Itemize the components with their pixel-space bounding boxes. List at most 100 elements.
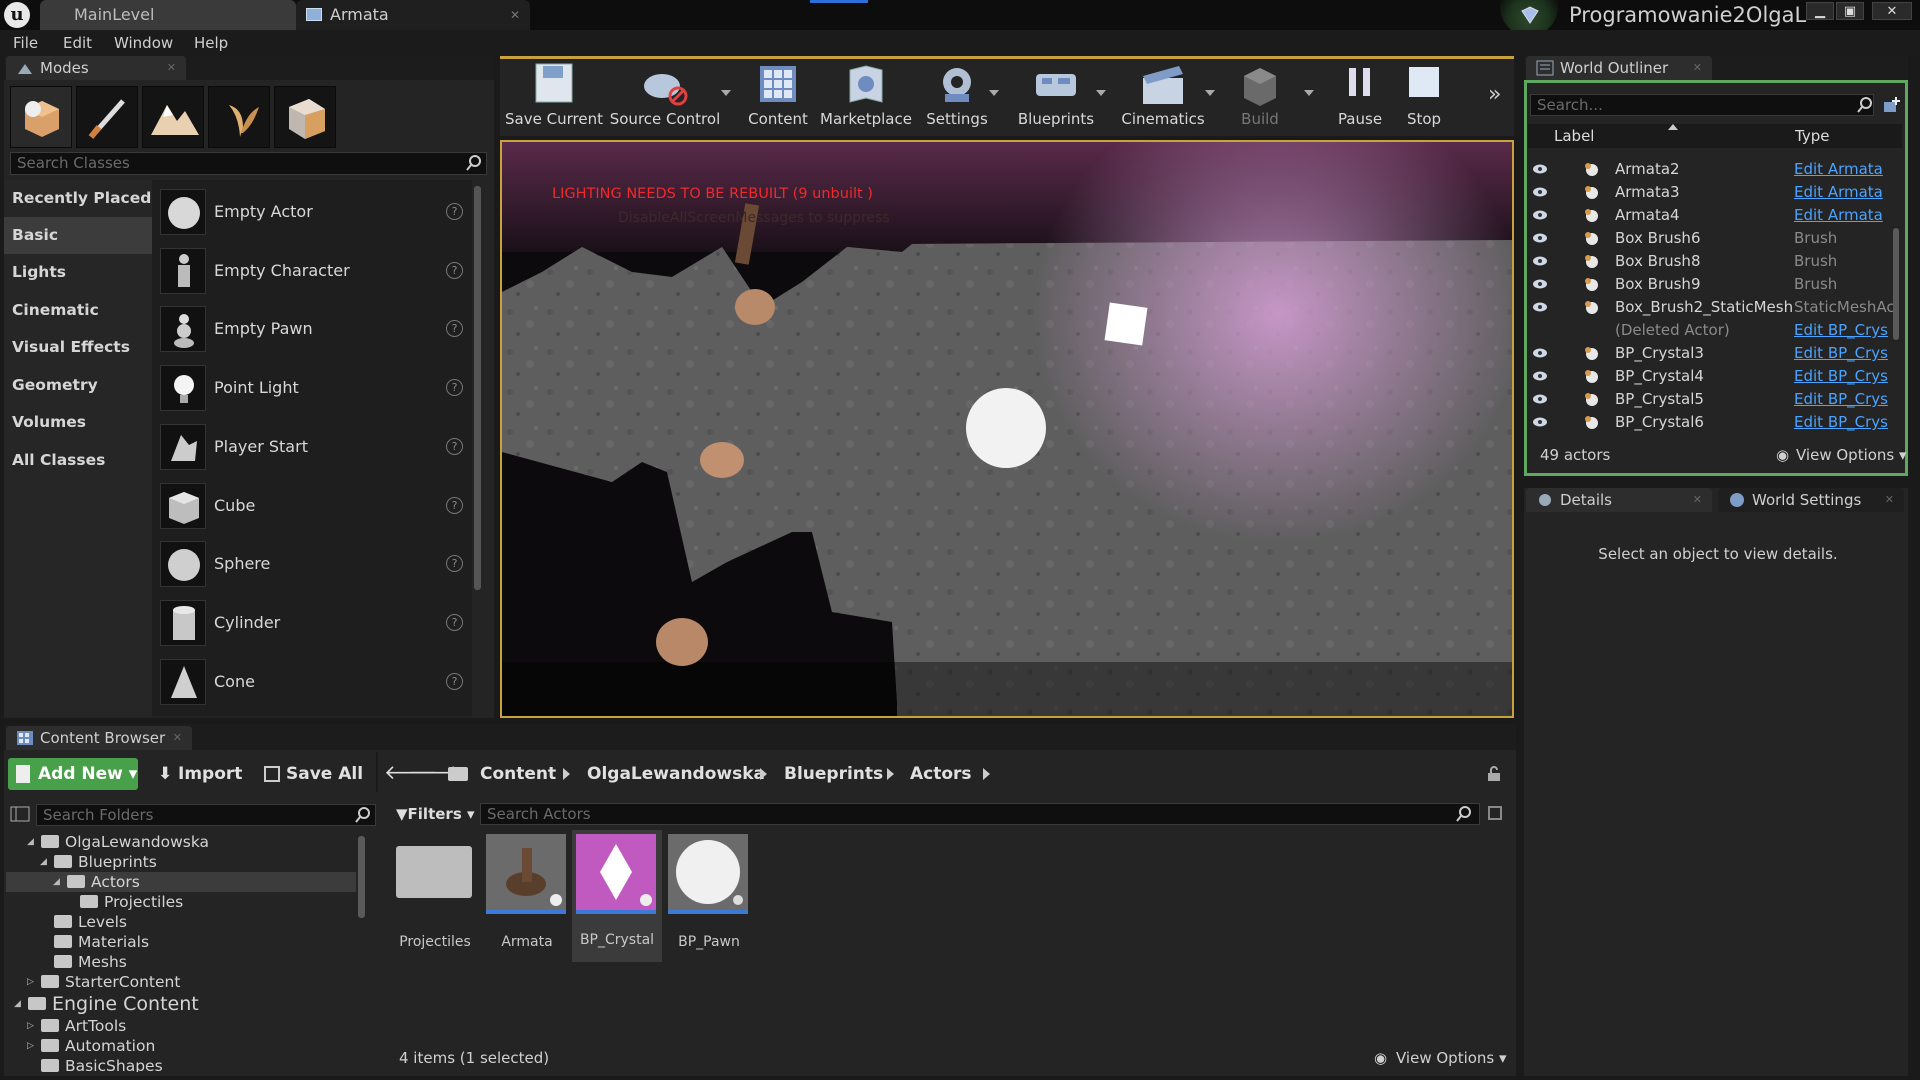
breadcrumb-separator-icon[interactable] (887, 768, 894, 780)
tab-armata[interactable]: Armata ✕ (296, 0, 530, 30)
column-header-label[interactable]: Label (1554, 127, 1594, 145)
help-icon[interactable]: ? (446, 614, 463, 631)
breadcrumb-actors[interactable]: Actors (910, 760, 972, 788)
class-item-empty-actor[interactable]: Empty Actor? (160, 183, 470, 241)
outliner-row[interactable]: Box Brush8 Brush (1528, 250, 1902, 273)
visibility-eye-icon[interactable] (1532, 233, 1548, 243)
actor-type[interactable]: Edit Armata (1794, 204, 1896, 227)
help-icon[interactable]: ? (446, 555, 463, 572)
expand-arrow-icon[interactable]: ▷ (27, 1016, 34, 1036)
outliner-row[interactable]: Box Brush9 Brush (1528, 273, 1902, 296)
close-icon[interactable]: ✕ (173, 726, 182, 750)
content-button[interactable]: Content (744, 58, 812, 134)
mode-place-button[interactable] (10, 86, 72, 148)
world-outliner-tab[interactable]: World Outliner ✕ (1526, 56, 1712, 80)
toolbar-overflow-icon[interactable]: » (1488, 82, 1501, 107)
class-item-cone[interactable]: Cone? (160, 653, 470, 711)
tree-folder-item[interactable]: Meshs (6, 952, 356, 972)
tree-folder-item[interactable]: Materials (6, 932, 356, 952)
help-icon[interactable]: ? (446, 379, 463, 396)
lock-icon[interactable] (1486, 766, 1502, 782)
actor-type[interactable]: Edit Armata (1794, 181, 1896, 204)
category-cinematic[interactable]: Cinematic (4, 292, 152, 329)
outliner-row[interactable]: Armata3 Edit Armata (1528, 181, 1902, 204)
settings-dropdown-icon[interactable] (989, 90, 999, 96)
actor-type[interactable]: Edit BP_Crys (1794, 342, 1896, 365)
class-item-cylinder[interactable]: Cylinder? (160, 594, 470, 652)
add-new-button[interactable]: Add New ▾ (8, 758, 138, 790)
menu-help[interactable]: Help (194, 30, 228, 56)
help-icon[interactable]: ? (446, 497, 463, 514)
class-item-sphere[interactable]: Sphere? (160, 535, 470, 593)
outliner-row[interactable]: BP_Crystal5 Edit BP_Crys (1528, 388, 1902, 411)
visibility-eye-icon[interactable] (1532, 348, 1548, 358)
asset-projectiles[interactable]: Projectiles (390, 832, 480, 962)
outliner-scrollbar[interactable] (1893, 228, 1899, 340)
outliner-row[interactable]: Armata4 Edit Armata (1528, 204, 1902, 227)
tree-folder-item[interactable]: ◢ Blueprints (6, 852, 356, 872)
outliner-row[interactable]: BP_Crystal4 Edit BP_Crys (1528, 365, 1902, 388)
asset-bp-pawn[interactable]: BP_Pawn (664, 832, 754, 962)
expand-arrow-icon[interactable]: ◢ (53, 872, 60, 892)
close-icon[interactable]: ✕ (167, 56, 176, 80)
category-basic[interactable]: Basic (4, 217, 152, 254)
asset-bp-crystal[interactable]: BP_Crystal (572, 830, 662, 962)
close-icon[interactable]: ✕ (510, 0, 520, 30)
visibility-eye-icon[interactable] (1532, 187, 1548, 197)
visibility-eye-icon[interactable] (1532, 417, 1548, 427)
outliner-row[interactable]: (Deleted Actor) Edit BP_Crys (1528, 319, 1902, 342)
filters-button[interactable]: ▼Filters ▾ (396, 802, 475, 826)
outliner-view-options[interactable]: ◉ View Options ▾ (1776, 446, 1907, 464)
actor-type[interactable]: Edit BP_Crys (1794, 388, 1896, 411)
expand-arrow-icon[interactable]: ▷ (27, 972, 34, 992)
menu-edit[interactable]: Edit (63, 30, 92, 56)
expand-arrow-icon[interactable]: ◢ (27, 832, 34, 852)
close-icon[interactable]: ✕ (1693, 56, 1702, 80)
pause-button[interactable]: Pause (1330, 58, 1390, 134)
visibility-eye-icon[interactable] (1532, 394, 1548, 404)
help-icon[interactable]: ? (446, 262, 463, 279)
expand-arrow-icon[interactable]: ◢ (40, 852, 47, 872)
cinematics-button[interactable]: Cinematics (1118, 58, 1208, 134)
source-control-button[interactable]: Source Control (608, 58, 722, 134)
save-all-button[interactable]: Save All (264, 758, 363, 790)
menu-window[interactable]: Window (114, 30, 173, 56)
close-icon[interactable]: ✕ (1885, 488, 1894, 512)
tree-folder-item[interactable]: ◢ Actors (6, 872, 356, 892)
import-button[interactable]: ⬇ Import (158, 758, 242, 790)
cinematics-dropdown-icon[interactable] (1205, 90, 1215, 96)
stop-button[interactable]: Stop (1396, 58, 1452, 134)
tree-folder-item[interactable]: ◢ Engine Content (6, 992, 356, 1016)
sources-toggle-icon[interactable] (10, 806, 30, 822)
actor-type[interactable]: Edit Armata (1794, 158, 1896, 181)
tree-folder-item[interactable]: ▷ ArtTools (6, 1016, 356, 1036)
tree-scrollbar[interactable] (358, 836, 365, 918)
actor-type[interactable]: Edit BP_Crys (1794, 365, 1896, 388)
search-folders-input[interactable]: Search Folders (36, 804, 376, 826)
class-item-cube[interactable]: Cube? (160, 477, 470, 535)
asset-armata[interactable]: Armata (482, 832, 572, 962)
help-icon[interactable]: ? (446, 203, 463, 220)
modes-tab[interactable]: Modes ✕ (6, 56, 186, 80)
actor-type[interactable]: Edit BP_Crys (1794, 411, 1896, 434)
search-actors-input[interactable]: Search Actors (480, 803, 1480, 825)
category-lights[interactable]: Lights (4, 254, 152, 291)
help-icon[interactable]: ? (446, 438, 463, 455)
category-volumes[interactable]: Volumes (4, 404, 152, 441)
classes-scrollbar[interactable] (474, 186, 481, 590)
mode-foliage-button[interactable] (208, 86, 270, 148)
outliner-row[interactable]: Armata2 Edit Armata (1528, 158, 1902, 181)
unreal-logo[interactable]: u (4, 2, 30, 28)
add-folder-icon[interactable] (1882, 96, 1900, 114)
search-classes-input[interactable]: Search Classes (10, 152, 487, 175)
visibility-eye-icon[interactable] (1532, 279, 1548, 289)
class-item-empty-character[interactable]: Empty Character? (160, 242, 470, 300)
close-icon[interactable]: ✕ (1693, 488, 1702, 512)
tab-mainlevel[interactable]: MainLevel (40, 0, 296, 30)
breadcrumb-content[interactable]: Content (480, 760, 556, 788)
category-recently-placed[interactable]: Recently Placed (4, 180, 152, 217)
maximize-icon[interactable]: ▣ (1836, 2, 1864, 20)
breadcrumb-separator-icon[interactable] (760, 768, 767, 780)
tree-folder-item[interactable]: BasicShapes (6, 1056, 356, 1072)
marketplace-button[interactable]: Marketplace (818, 58, 914, 134)
